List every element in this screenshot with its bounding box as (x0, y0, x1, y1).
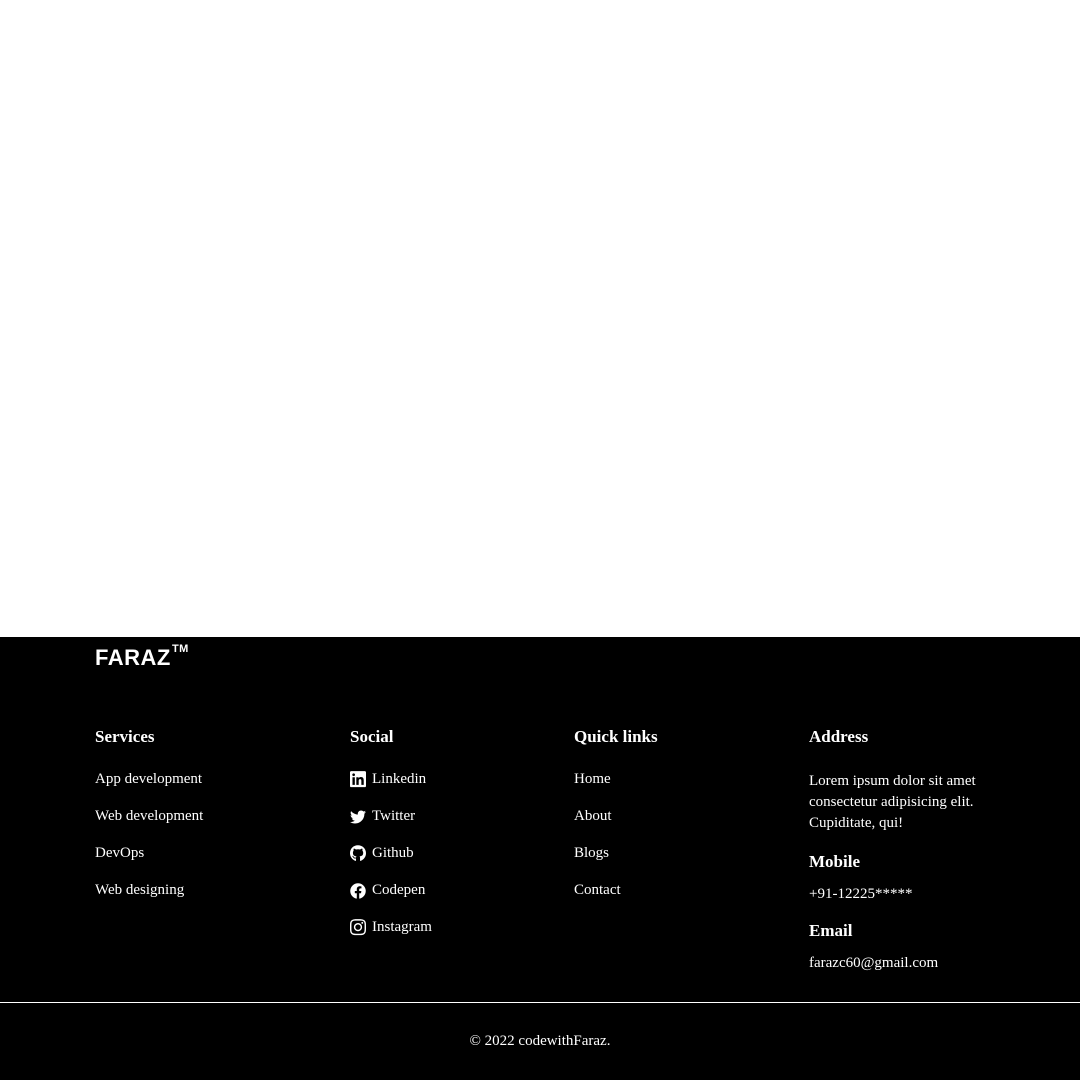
link-label: Linkedin (372, 771, 426, 788)
quicklinks-heading: Quick links (574, 727, 809, 747)
instagram-icon (350, 920, 366, 936)
address-heading: Address (809, 727, 985, 747)
social-link-twitter[interactable]: Twitter (350, 808, 574, 825)
service-link-app-development[interactable]: App development (95, 771, 350, 788)
github-icon (350, 846, 366, 862)
twitter-icon (350, 809, 366, 825)
link-label: Blogs (574, 845, 609, 862)
link-label: Web development (95, 808, 203, 825)
brand-name: FARAZ (95, 645, 171, 670)
footer: FARAZ TM Services App development Web de… (0, 637, 1080, 1002)
footer-col-social: Social Linkedin Twitter Github (350, 727, 574, 972)
link-label: Web designing (95, 882, 184, 899)
quicklink-blogs[interactable]: Blogs (574, 845, 809, 862)
service-link-devops[interactable]: DevOps (95, 845, 350, 862)
email-heading: Email (809, 921, 985, 941)
social-link-github[interactable]: Github (350, 845, 574, 862)
service-link-web-development[interactable]: Web development (95, 808, 350, 825)
link-label: Instagram (372, 919, 432, 936)
services-heading: Services (95, 727, 350, 747)
linkedin-icon (350, 772, 366, 788)
quicklink-contact[interactable]: Contact (574, 882, 809, 899)
service-link-web-designing[interactable]: Web designing (95, 882, 350, 899)
brand-logo: FARAZ TM (95, 637, 171, 671)
link-label: App development (95, 771, 202, 788)
facebook-icon (350, 883, 366, 899)
address-text: Lorem ipsum dolor sit amet consectetur a… (809, 771, 985, 834)
link-label: Twitter (372, 808, 415, 825)
footer-col-services: Services App development Web development… (95, 727, 350, 972)
email-value[interactable]: farazc60@gmail.com (809, 955, 985, 972)
social-heading: Social (350, 727, 574, 747)
mobile-heading: Mobile (809, 852, 985, 872)
quicklink-about[interactable]: About (574, 808, 809, 825)
mobile-value: +91-12225***** (809, 886, 985, 903)
link-label: About (574, 808, 612, 825)
copyright: © 2022 codewithFaraz. (0, 1003, 1080, 1080)
social-link-instagram[interactable]: Instagram (350, 919, 574, 936)
quicklink-home[interactable]: Home (574, 771, 809, 788)
social-link-codepen[interactable]: Codepen (350, 882, 574, 899)
link-label: Codepen (372, 882, 425, 899)
link-label: Home (574, 771, 611, 788)
brand-tm: TM (172, 643, 189, 655)
link-label: DevOps (95, 845, 144, 862)
link-label: Contact (574, 882, 621, 899)
footer-col-quicklinks: Quick links Home About Blogs Contact (574, 727, 809, 972)
footer-col-address: Address Lorem ipsum dolor sit amet conse… (809, 727, 985, 972)
copyright-text: © 2022 codewithFaraz. (470, 1033, 611, 1049)
social-link-linkedin[interactable]: Linkedin (350, 771, 574, 788)
link-label: Github (372, 845, 414, 862)
